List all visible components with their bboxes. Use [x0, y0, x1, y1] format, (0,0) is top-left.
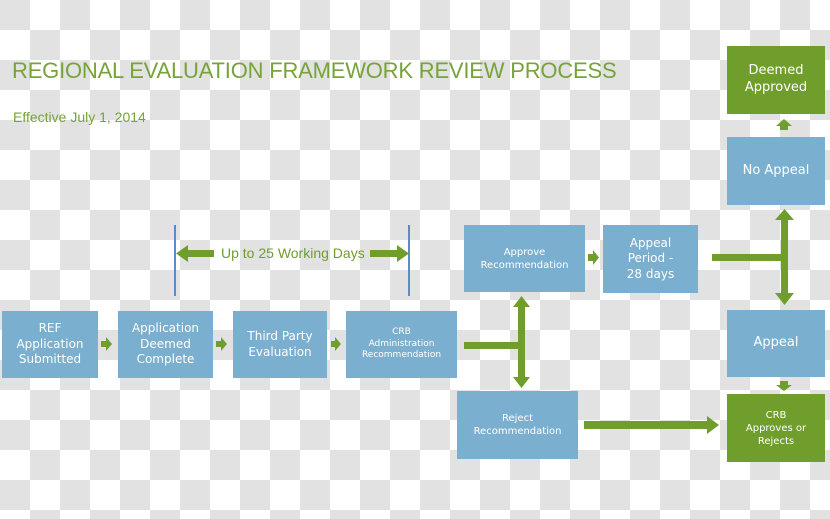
step-ref-application-submitted[interactable]: REF Application Submitted	[2, 311, 98, 378]
step-application-deemed-complete[interactable]: Application Deemed Complete	[118, 311, 213, 378]
arrow-approve-to-appealperiod	[588, 250, 599, 265]
arrow-reject-to-crbdecides	[584, 416, 719, 434]
arrow-appeal-to-crbdecides	[776, 381, 792, 391]
step-label: REF Application Submitted	[16, 321, 84, 367]
outcome-crb-approves-or-rejects[interactable]: CRB Approves or Rejects	[727, 394, 825, 462]
arrow-noappeal-to-deemedapproved	[776, 119, 792, 130]
arrow-complete-to-thirdparty	[216, 337, 227, 351]
flow-connectors	[101, 119, 794, 434]
step-label: Appeal	[753, 335, 799, 351]
arrow-crb-split	[464, 296, 530, 388]
step-label: Appeal Period - 28 days	[626, 235, 675, 281]
step-label: CRB Approves or Rejects	[745, 409, 807, 447]
outcome-deemed-approved[interactable]: Deemed Approved	[727, 46, 825, 114]
timeline-right-arrow	[370, 245, 409, 262]
step-third-party-evaluation[interactable]: Third Party Evaluation	[233, 311, 327, 378]
step-label: Application Deemed Complete	[131, 321, 200, 367]
step-crb-administration-recommendation[interactable]: CRB Administration Recommendation	[346, 311, 457, 378]
step-no-appeal[interactable]: No Appeal	[727, 137, 825, 205]
step-approve-recommendation[interactable]: Approve Recommendation	[464, 225, 585, 292]
step-appeal[interactable]: Appeal	[727, 310, 825, 377]
step-label: Deemed Approved	[744, 63, 808, 95]
step-label: Approve Recommendation	[480, 246, 569, 271]
step-appeal-period[interactable]: Appeal Period - 28 days	[603, 225, 698, 293]
step-label: No Appeal	[742, 162, 810, 178]
timeline-label: Up to 25 Working Days	[221, 245, 365, 261]
step-label: Reject Recommendation	[473, 413, 562, 437]
arrow-ref-to-complete	[101, 337, 112, 351]
step-reject-recommendation[interactable]: Reject Recommendation	[457, 391, 578, 459]
arrow-appealperiod-split	[712, 209, 794, 305]
step-label: Third Party Evaluation	[247, 328, 313, 359]
step-label: CRB Administration Recommendation	[361, 326, 442, 361]
arrow-thirdparty-to-crb	[331, 337, 341, 351]
timeline-left-arrow	[176, 245, 214, 262]
